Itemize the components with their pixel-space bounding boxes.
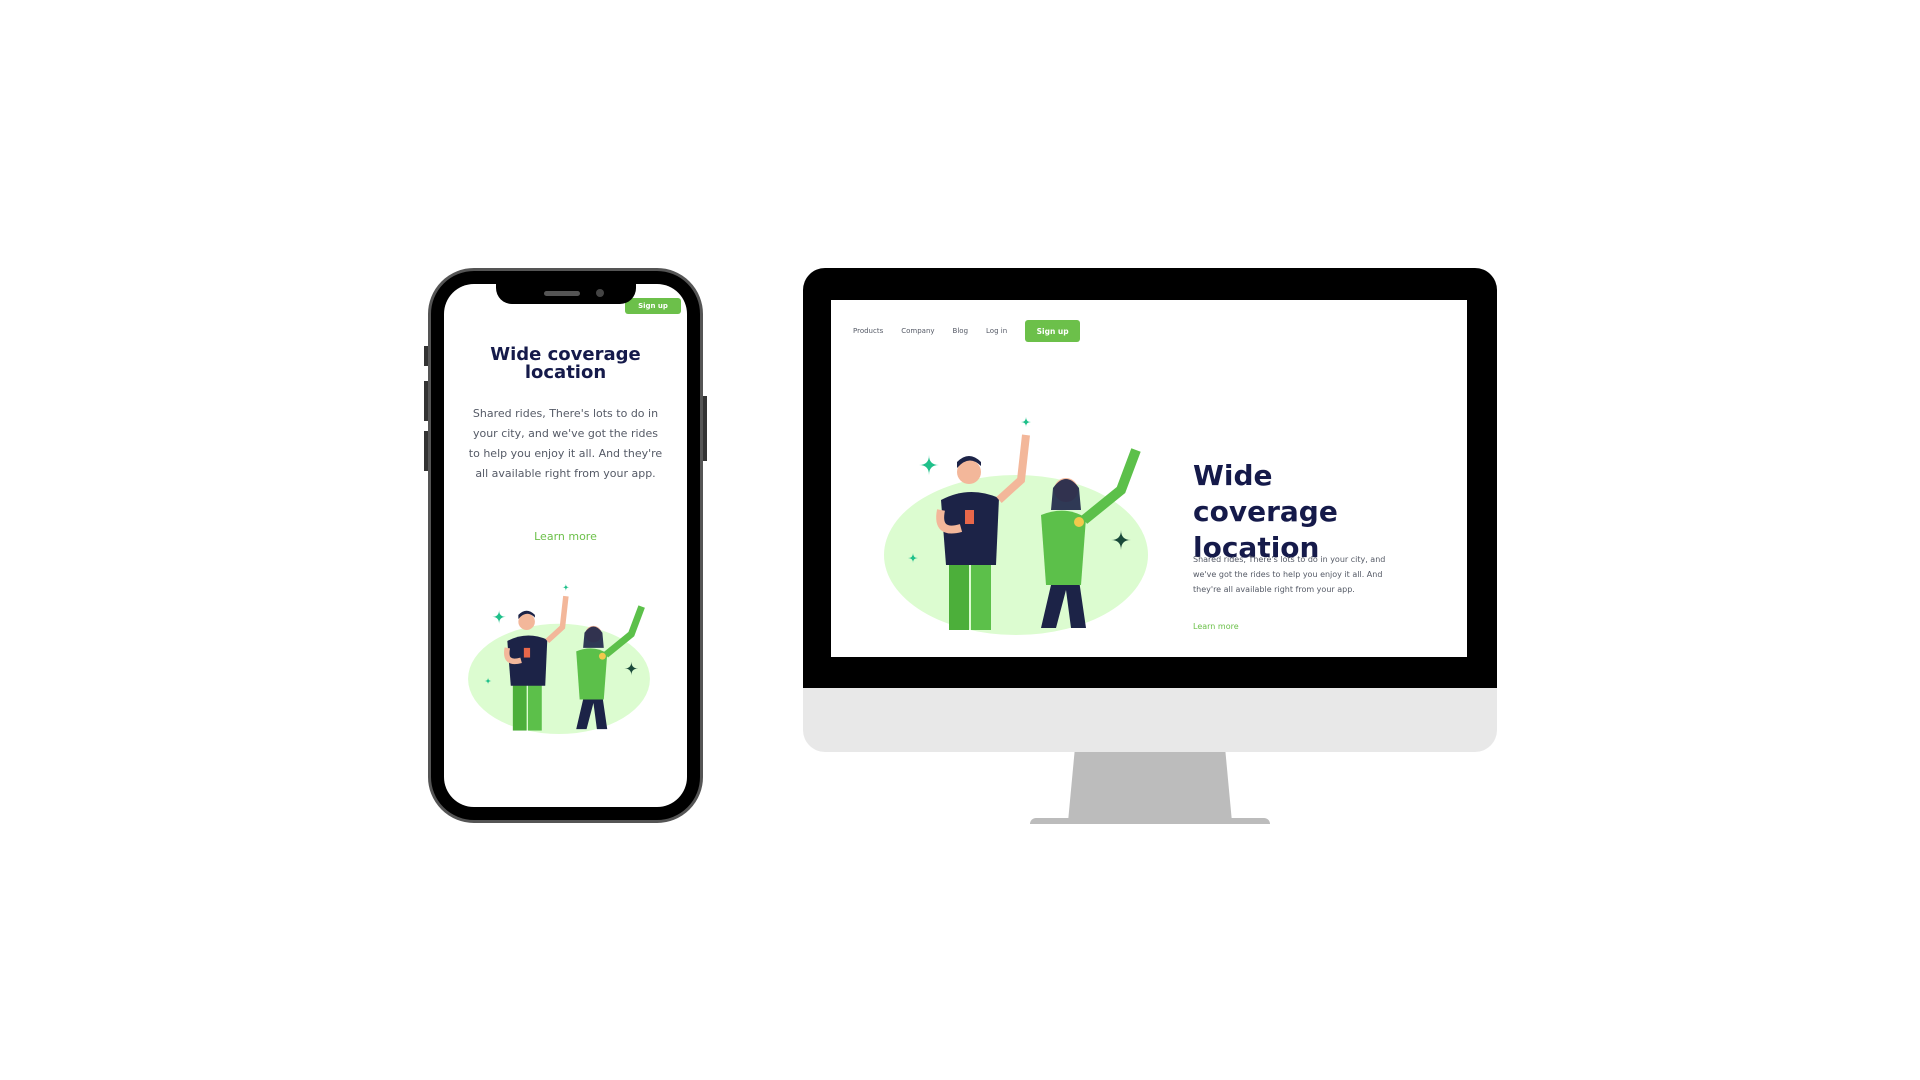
- people-waving-illustration: [468, 583, 650, 734]
- phone-screen: Sign up Wide coverage location Shared ri…: [444, 284, 687, 807]
- people-waving-illustration: [884, 417, 1148, 635]
- top-nav: Products Company Blog Log in Sign up: [853, 320, 1081, 342]
- monitor-stand: [1068, 752, 1232, 822]
- nav-company[interactable]: Company: [901, 327, 934, 335]
- description: Shared rides, There's lots to do in your…: [1193, 555, 1386, 594]
- learn-more-link[interactable]: Learn more: [444, 530, 687, 543]
- monitor-screen: Products Company Blog Log in Sign up Wid…: [831, 300, 1467, 657]
- monitor-base: [1030, 818, 1270, 824]
- monitor-mockup: Products Company Blog Log in Sign up Wid…: [803, 268, 1497, 688]
- learn-more-link[interactable]: Learn more: [1193, 622, 1239, 631]
- phone-notch: [496, 284, 636, 304]
- nav-login[interactable]: Log in: [986, 327, 1007, 335]
- description: Shared rides, There's lots to do in your…: [468, 407, 663, 480]
- phone-mockup: Sign up Wide coverage location Shared ri…: [424, 268, 707, 823]
- nav-blog[interactable]: Blog: [953, 327, 968, 335]
- page-title: Wide coverage location: [1193, 459, 1338, 564]
- nav-products[interactable]: Products: [853, 327, 883, 335]
- signup-button[interactable]: Sign up: [625, 298, 681, 314]
- monitor-chin: [803, 688, 1497, 752]
- page-title: Wide coverage location: [490, 344, 641, 383]
- signup-button[interactable]: Sign up: [1025, 320, 1081, 342]
